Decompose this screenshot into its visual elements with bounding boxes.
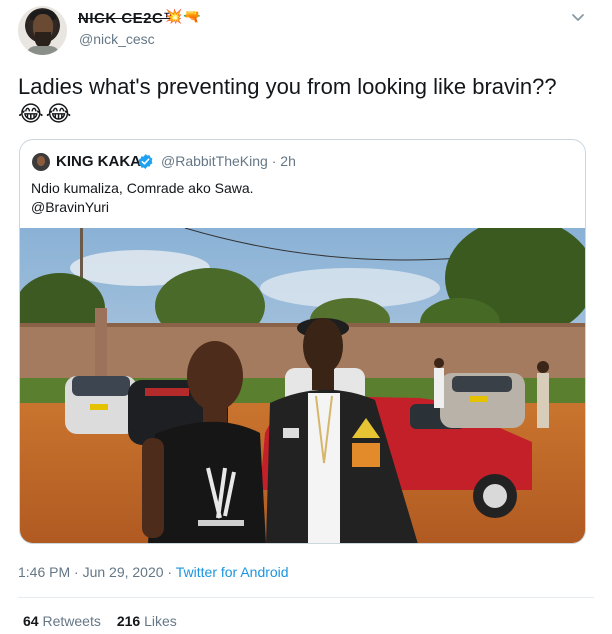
timestamp-link[interactable]: 1:46 PM · Jun 29, 2020 xyxy=(18,564,164,580)
author-name[interactable]: NICK CE2C™ xyxy=(78,10,179,27)
likes-count: 216 xyxy=(116,613,141,629)
quoted-text-line: Ndio kumaliza, Comrade ako Sawa. xyxy=(31,180,254,196)
quoted-author-name[interactable]: KING KAKA xyxy=(56,153,141,170)
quoted-author-avatar[interactable] xyxy=(32,153,50,171)
quoted-time[interactable]: 2h xyxy=(280,153,296,169)
tweet-timestamp: 1:46 PM · Jun 29, 2020 · Twitter for And… xyxy=(18,564,289,580)
tweet-emojis: 😂😂 xyxy=(18,101,74,126)
quoted-tweet[interactable]: KING KAKA @RabbitTheKing · 2h Ndio kumal… xyxy=(19,139,586,544)
retweets-count: 64 xyxy=(23,613,39,629)
quoted-text: Ndio kumaliza, Comrade ako Sawa. @Bravin… xyxy=(31,179,254,217)
author-handle[interactable]: @nick_cesc xyxy=(79,31,155,47)
quoted-separator: · xyxy=(271,153,277,169)
source-link[interactable]: Twitter for Android xyxy=(176,564,289,580)
retweets-stat[interactable]: 64 Retweets xyxy=(23,613,101,629)
author-name-emojis: 💥🔫 xyxy=(165,8,202,24)
retweets-label: Retweets xyxy=(42,613,101,629)
author-avatar[interactable] xyxy=(18,6,67,55)
tweet-text: Ladies what's preventing you from lookin… xyxy=(18,74,557,99)
quoted-photo[interactable] xyxy=(20,228,585,543)
timestamp-separator: · xyxy=(163,564,176,580)
quoted-handle[interactable]: @RabbitTheKing xyxy=(161,153,268,169)
quoted-meta: @RabbitTheKing · 2h xyxy=(161,153,296,169)
likes-label: Likes xyxy=(144,613,177,629)
chevron-down-icon[interactable] xyxy=(569,8,587,26)
tweet: NICK CE2C™ 💥🔫 @nick_cesc Ladies what's p… xyxy=(0,0,612,634)
divider xyxy=(18,597,594,598)
likes-stat[interactable]: 216 Likes xyxy=(117,613,177,629)
tweet-stats: 64 Retweets 216 Likes xyxy=(23,613,177,629)
quoted-mention[interactable]: @BravinYuri xyxy=(31,198,254,217)
verified-badge-icon xyxy=(138,154,153,169)
